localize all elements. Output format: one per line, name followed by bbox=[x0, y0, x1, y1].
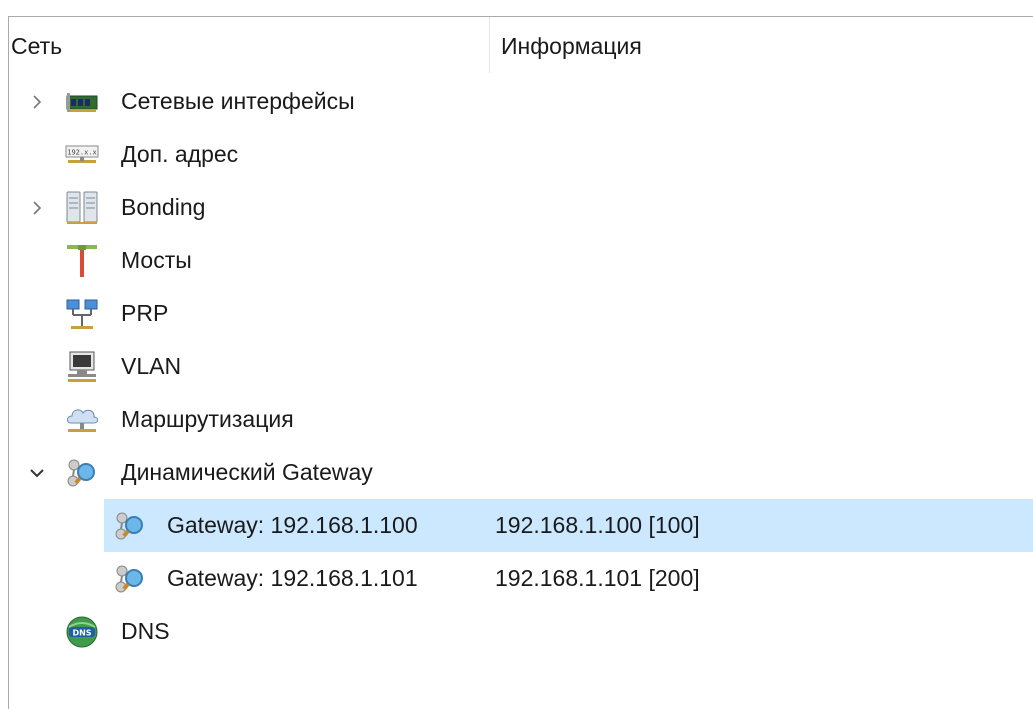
vlan-computer-icon bbox=[65, 350, 99, 384]
tree-item-gateway-100[interactable]: Gateway: 192.168.1.100 192.168.1.100 [10… bbox=[9, 499, 1033, 552]
network-tree-panel: Сеть Информация Сетевые интерфейсы 192.x… bbox=[8, 16, 1033, 709]
tree-item-info: 192.168.1.100 [100] bbox=[495, 512, 700, 538]
tree-item-label: Gateway: 192.168.1.101 bbox=[167, 565, 418, 591]
tree-item-prp[interactable]: PRP bbox=[9, 287, 1033, 340]
column-header-info[interactable]: Информация bbox=[501, 17, 642, 75]
tree-item-label: Сетевые интерфейсы bbox=[121, 88, 355, 114]
gateway-search-icon bbox=[113, 562, 147, 596]
prp-network-icon bbox=[65, 297, 99, 331]
tree-item-network-interfaces[interactable]: Сетевые интерфейсы bbox=[9, 75, 1033, 128]
tree-item-extra-address[interactable]: 192.x.x Доп. адрес bbox=[9, 128, 1033, 181]
column-divider[interactable] bbox=[489, 17, 490, 73]
ip-address-icon-text: 192.x.x bbox=[67, 149, 97, 157]
tree-item-label: Gateway: 192.168.1.100 bbox=[167, 512, 418, 538]
tree-item-bonding[interactable]: Bonding bbox=[9, 181, 1033, 234]
column-header: Сеть Информация bbox=[9, 17, 1033, 75]
dns-icon-text: DNS bbox=[72, 629, 91, 638]
tree-item-label: Bonding bbox=[121, 194, 206, 220]
tree-item-vlan[interactable]: VLAN bbox=[9, 340, 1033, 393]
chevron-right-icon[interactable] bbox=[27, 181, 47, 234]
ip-address-icon: 192.x.x bbox=[65, 138, 99, 172]
tree-item-dynamic-gateway[interactable]: Динамический Gateway bbox=[9, 446, 1033, 499]
tree-item-info: 192.168.1.101 [200] bbox=[495, 565, 700, 591]
tree-item-label: PRP bbox=[121, 300, 169, 326]
tree-item-label: Мосты bbox=[121, 247, 192, 273]
tree-item-routing[interactable]: Маршрутизация bbox=[9, 393, 1033, 446]
routing-cloud-icon bbox=[65, 403, 99, 437]
network-card-icon bbox=[65, 85, 99, 119]
gateway-search-icon bbox=[113, 509, 147, 543]
chevron-right-icon[interactable] bbox=[27, 75, 47, 128]
tree-item-bridges[interactable]: Мосты bbox=[9, 234, 1033, 287]
tree-item-label: Доп. адрес bbox=[121, 141, 239, 167]
chevron-down-icon[interactable] bbox=[27, 446, 47, 499]
dns-globe-icon: DNS bbox=[65, 615, 99, 649]
tree-item-label: VLAN bbox=[121, 353, 182, 379]
bridge-icon bbox=[65, 244, 99, 278]
tree-item-label: Динамический Gateway bbox=[121, 459, 373, 485]
tree-item-dns[interactable]: DNS DNS bbox=[9, 605, 1033, 658]
gateway-search-icon bbox=[65, 456, 99, 490]
tree-item-label: Маршрутизация bbox=[121, 406, 294, 432]
server-stack-icon bbox=[65, 191, 99, 225]
tree-item-label: DNS bbox=[121, 618, 170, 644]
tree-item-gateway-101[interactable]: Gateway: 192.168.1.101 192.168.1.101 [20… bbox=[9, 552, 1033, 605]
column-header-network[interactable]: Сеть bbox=[11, 17, 62, 75]
